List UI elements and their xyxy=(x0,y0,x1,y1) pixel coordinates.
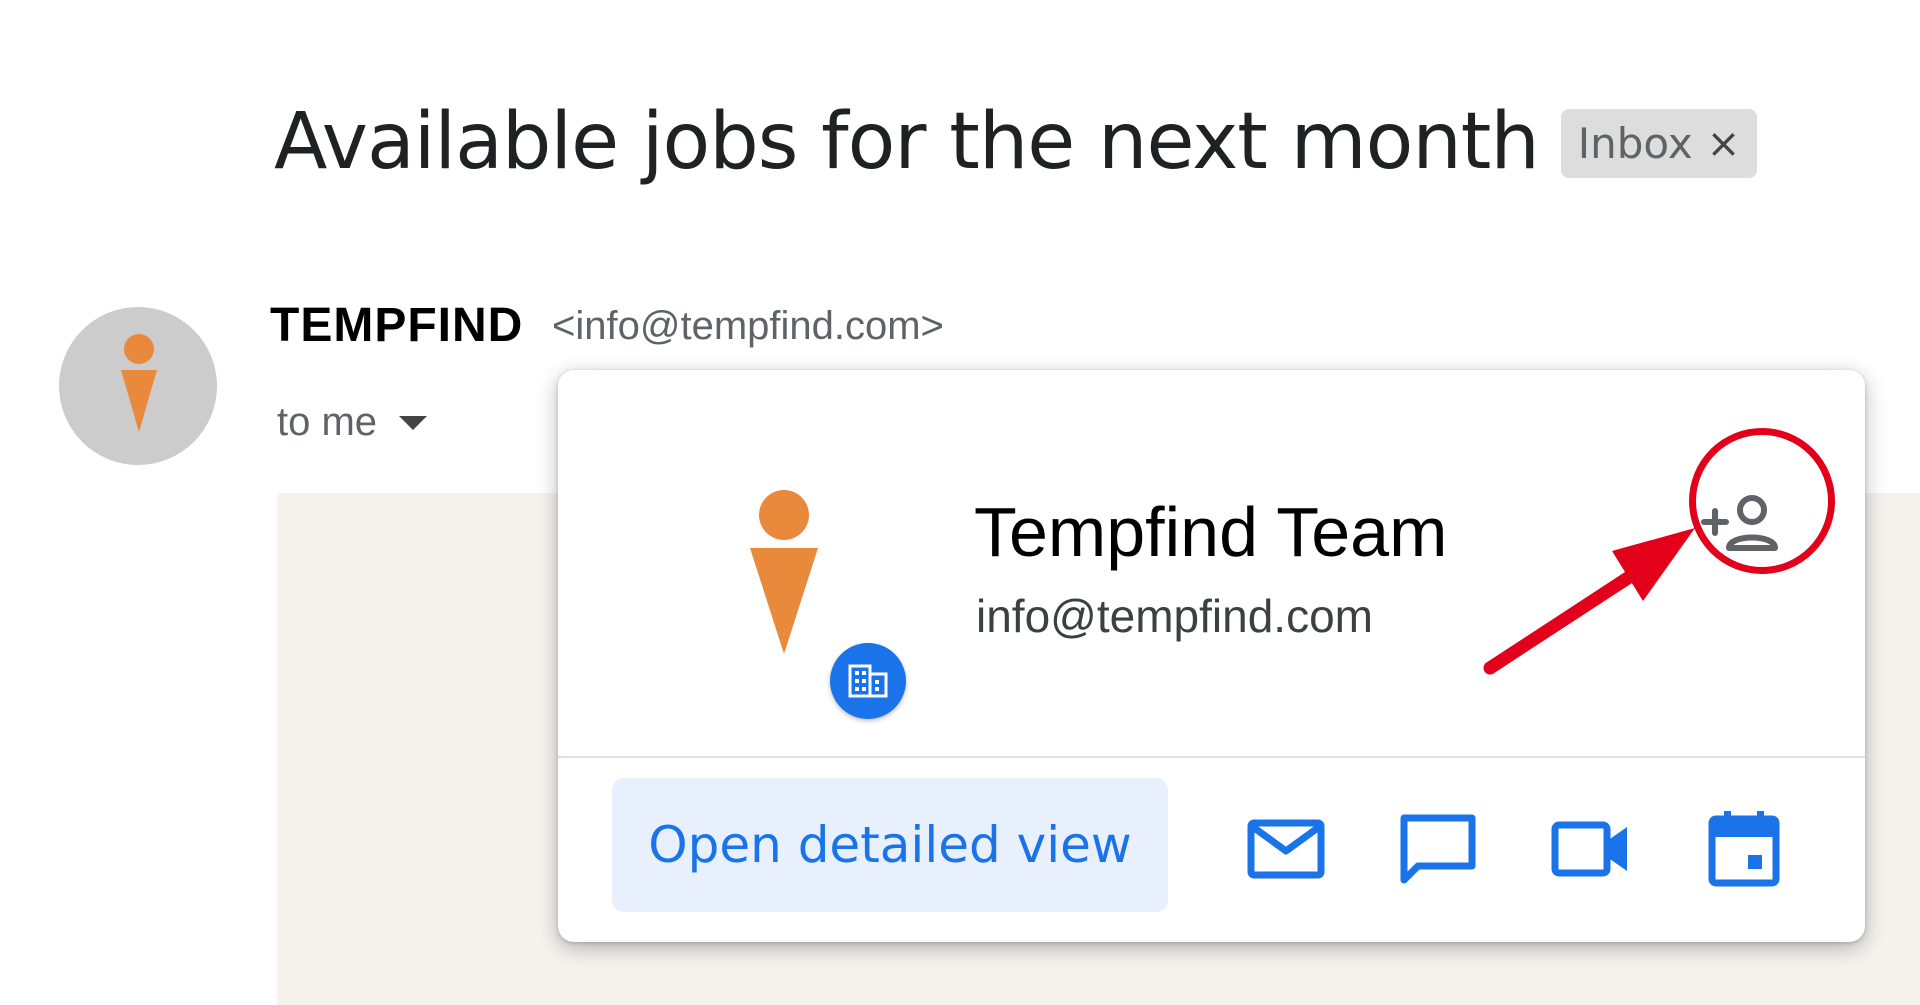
recipient-label: to me xyxy=(277,400,378,444)
calendar-icon xyxy=(1708,811,1780,887)
contact-hover-card: Tempfind Team info@tempfind.com Open det… xyxy=(558,370,1865,942)
add-person-icon xyxy=(1701,495,1778,551)
video-camera-icon xyxy=(1551,821,1627,877)
chevron-down-icon xyxy=(399,415,428,430)
mail-icon xyxy=(1247,819,1325,879)
organization-badge xyxy=(830,643,906,719)
chat-icon xyxy=(1400,814,1476,884)
sender-name: TEMPFIND xyxy=(270,299,524,352)
recipient-dropdown[interactable]: to me xyxy=(277,400,428,445)
video-call-button[interactable] xyxy=(1543,801,1639,897)
contact-logo xyxy=(718,490,838,665)
tempfind-logo-icon xyxy=(750,490,818,654)
sender-avatar[interactable] xyxy=(59,307,217,465)
label-chip-text: Inbox xyxy=(1577,119,1693,168)
remove-label-icon[interactable]: × xyxy=(1707,124,1741,164)
contact-name: Tempfind Team xyxy=(974,493,1448,571)
schedule-event-button[interactable] xyxy=(1696,801,1792,897)
tempfind-logo-icon xyxy=(121,334,157,432)
card-divider xyxy=(558,756,1865,758)
sender-email: <info@tempfind.com> xyxy=(552,304,944,348)
building-icon xyxy=(848,664,888,698)
chat-button[interactable] xyxy=(1390,801,1486,897)
inbox-label-chip[interactable]: Inbox × xyxy=(1561,109,1757,178)
contact-email: info@tempfind.com xyxy=(976,590,1373,642)
add-contact-button[interactable] xyxy=(1686,470,1796,580)
send-email-button[interactable] xyxy=(1238,801,1334,897)
open-detailed-view-button[interactable]: Open detailed view xyxy=(612,778,1168,912)
email-subject: Available jobs for the next month xyxy=(274,97,1540,187)
